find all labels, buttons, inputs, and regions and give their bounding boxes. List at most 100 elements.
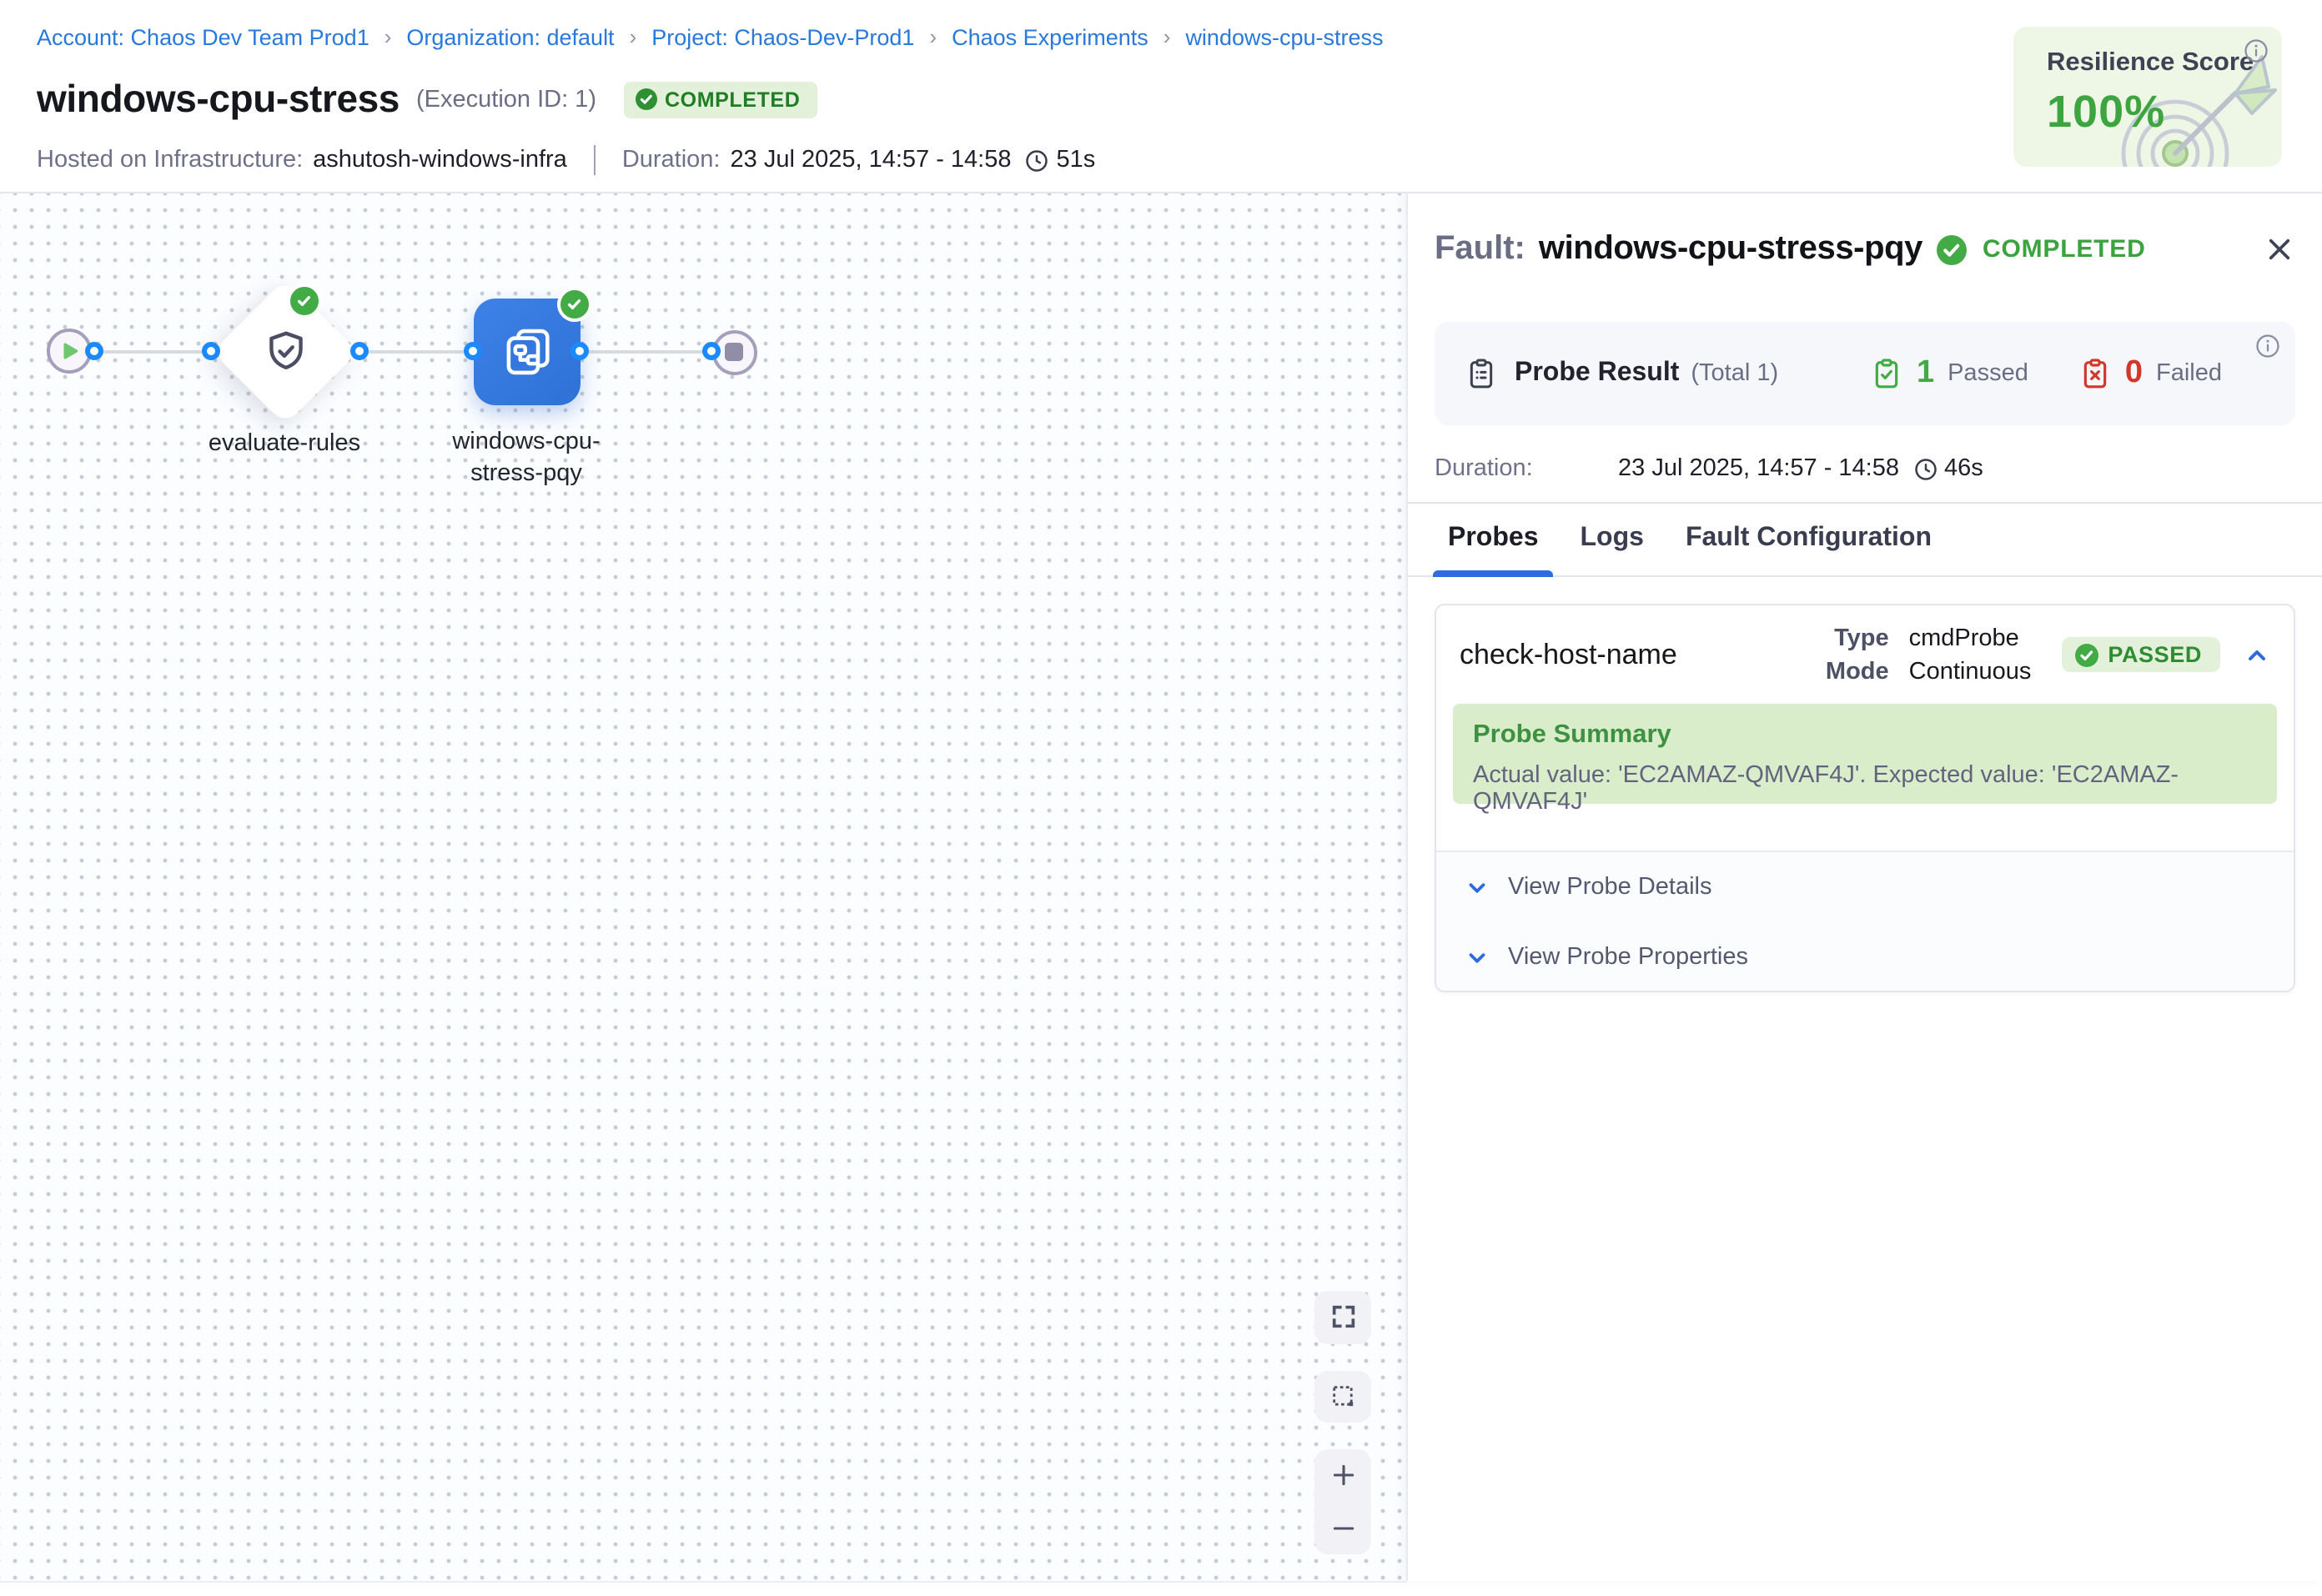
infra-label: Hosted on Infrastructure: <box>37 147 303 173</box>
tab-logs[interactable]: Logs <box>1566 504 1659 575</box>
probe-summary-title: Probe Summary <box>1473 720 2257 750</box>
chevron-up-icon <box>2244 641 2270 668</box>
clipboard-check-icon <box>1870 357 1903 390</box>
breadcrumb: Account: Chaos Dev Team Prod1 › Organiza… <box>37 25 1384 50</box>
pipeline-canvas[interactable]: evaluate-rules windows-cpu- stress-pqy <box>0 193 1406 1581</box>
passed-label: Passed <box>1948 360 2028 387</box>
probe-status-label: PASSED <box>2108 642 2202 667</box>
passed-count: 1 <box>1917 355 1934 392</box>
fault-label: Fault: <box>1435 230 1525 269</box>
zoom-out-icon[interactable] <box>1329 1513 1357 1542</box>
duration-elapsed: 51s <box>1057 147 1096 173</box>
view-probe-properties-toggle[interactable]: View Probe Properties <box>1436 922 2294 992</box>
port <box>84 342 103 360</box>
page-header: Account: Chaos Dev Team Prod1 › Organiza… <box>0 0 2322 193</box>
chevron-right-icon: › <box>384 24 392 49</box>
success-check-badge <box>556 286 591 321</box>
probe-summary: Probe Summary Actual value: 'EC2AMAZ-QMV… <box>1453 704 2277 804</box>
breadcrumb-project[interactable]: Project: Chaos-Dev-Prod1 <box>651 25 914 50</box>
duration-value: 23 Jul 2025, 14:57 - 14:58 <box>1618 455 1899 482</box>
probe-card-header[interactable]: check-host-name Type cmdProbe Mode Conti… <box>1436 605 2294 704</box>
stop-icon <box>724 342 744 362</box>
node-label-evaluate-rules: evaluate-rules <box>150 429 419 459</box>
probe-mode-value: Continuous <box>1909 658 2032 685</box>
marquee-select-button[interactable] <box>1314 1370 1371 1422</box>
chevron-right-icon: › <box>1164 24 1171 49</box>
experiment-meta: Hosted on Infrastructure: ashutosh-windo… <box>37 145 1095 175</box>
fault-status-label: COMPLETED <box>1983 235 2146 263</box>
clipboard-x-icon <box>2078 357 2112 390</box>
info-icon[interactable] <box>2255 334 2280 359</box>
tab-probes[interactable]: Probes <box>1433 504 1554 575</box>
resilience-score-card: Resilience Score 100% <box>2013 27 2282 167</box>
clock-icon <box>1025 148 1050 173</box>
chevron-down-icon <box>1465 945 1490 970</box>
experiment-status-label: COMPLETED <box>665 88 800 111</box>
check-circle-icon <box>2074 643 2098 666</box>
duration-label: Duration: <box>1435 455 1618 482</box>
check-circle-icon <box>635 88 656 110</box>
fullscreen-icon <box>1329 1302 1357 1331</box>
chevron-right-icon: › <box>630 24 637 49</box>
breadcrumb-organization[interactable]: Organization: default <box>406 25 614 50</box>
canvas-bottom-edge <box>0 1581 1406 1596</box>
probe-type-label: Type <box>1826 625 1889 651</box>
experiment-status-badge: COMPLETED <box>623 81 817 118</box>
execution-id: (Execution ID: 1) <box>416 86 596 113</box>
duration-value: 23 Jul 2025, 14:57 - 14:58 <box>731 147 1012 173</box>
fault-name: windows-cpu-stress-pqy <box>1539 230 1922 269</box>
probe-type-mode: Type cmdProbe Mode Continuous <box>1826 625 2031 685</box>
marquee-select-icon <box>1329 1382 1357 1410</box>
check-circle-icon <box>1936 234 1966 264</box>
breadcrumb-account[interactable]: Account: Chaos Dev Team Prod1 <box>37 25 369 50</box>
port <box>702 342 721 360</box>
experiment-icon <box>498 323 555 379</box>
port <box>349 342 368 360</box>
success-check-badge <box>287 283 322 318</box>
view-probe-details-label: View Probe Details <box>1508 874 1712 901</box>
breadcrumb-chaos-experiments[interactable]: Chaos Experiments <box>952 25 1148 50</box>
zoom-in-icon[interactable] <box>1329 1461 1357 1489</box>
close-icon <box>2264 233 2295 265</box>
duration-elapsed: 46s <box>1944 455 1983 482</box>
clock-icon <box>1912 456 1938 481</box>
port <box>202 342 220 360</box>
divider <box>594 145 596 175</box>
chevron-down-icon <box>1465 875 1490 900</box>
probe-type-value: cmdProbe <box>1909 625 2032 651</box>
breadcrumb-current-experiment[interactable]: windows-cpu-stress <box>1185 25 1383 50</box>
probe-status-badge: PASSED <box>2061 637 2220 672</box>
resilience-score-value: 100% <box>2047 87 2165 138</box>
port <box>570 342 589 360</box>
probe-result-total: (Total 1) <box>1691 360 1778 387</box>
chaos-experiment-execution-page: Account: Chaos Dev Team Prod1 › Organiza… <box>0 0 2322 1596</box>
probe-card-check-host-name: check-host-name Type cmdProbe Mode Conti… <box>1435 604 2295 992</box>
tab-fault-configuration[interactable]: Fault Configuration <box>1671 504 1947 575</box>
fault-duration-row: Duration: 23 Jul 2025, 14:57 - 14:58 46s <box>1435 455 1983 482</box>
chevron-right-icon: › <box>929 24 937 49</box>
probe-name: check-host-name <box>1460 638 1677 671</box>
probe-result-title: Probe Result <box>1515 359 1679 389</box>
info-icon[interactable] <box>2244 38 2269 63</box>
close-panel-button[interactable] <box>2264 233 2295 265</box>
page-title: windows-cpu-stress <box>37 77 400 122</box>
pipeline-edge <box>83 349 721 354</box>
fullscreen-button[interactable] <box>1314 1290 1371 1343</box>
infra-value: ashutosh-windows-infra <box>313 147 567 173</box>
fault-details-panel: Fault: windows-cpu-stress-pqy COMPLETED … <box>1406 193 2322 1581</box>
collapse-probe-button[interactable] <box>2244 641 2270 668</box>
shield-check-icon <box>259 326 311 378</box>
play-icon <box>57 339 82 364</box>
node-label-windows-cpu-stress-pqy: windows-cpu- stress-pqy <box>392 427 661 489</box>
view-probe-details-toggle[interactable]: View Probe Details <box>1436 852 2294 922</box>
zoom-controls <box>1314 1449 1371 1553</box>
probe-card-footer: View Probe Details View Probe Properties <box>1436 851 2294 991</box>
failed-label: Failed <box>2156 360 2222 387</box>
view-probe-properties-label: View Probe Properties <box>1508 944 1748 971</box>
probe-mode-label: Mode <box>1826 658 1889 685</box>
failed-count: 0 <box>2125 355 2143 392</box>
panel-tabs: Probes Logs Fault Configuration <box>1408 504 2322 576</box>
probe-summary-text: Actual value: 'EC2AMAZ-QMVAF4J'. Expecte… <box>1473 762 2257 816</box>
clipboard-icon <box>1465 357 1498 390</box>
probe-result-card: Probe Result (Total 1) 1 Passed 0 Failed <box>1435 322 2295 425</box>
